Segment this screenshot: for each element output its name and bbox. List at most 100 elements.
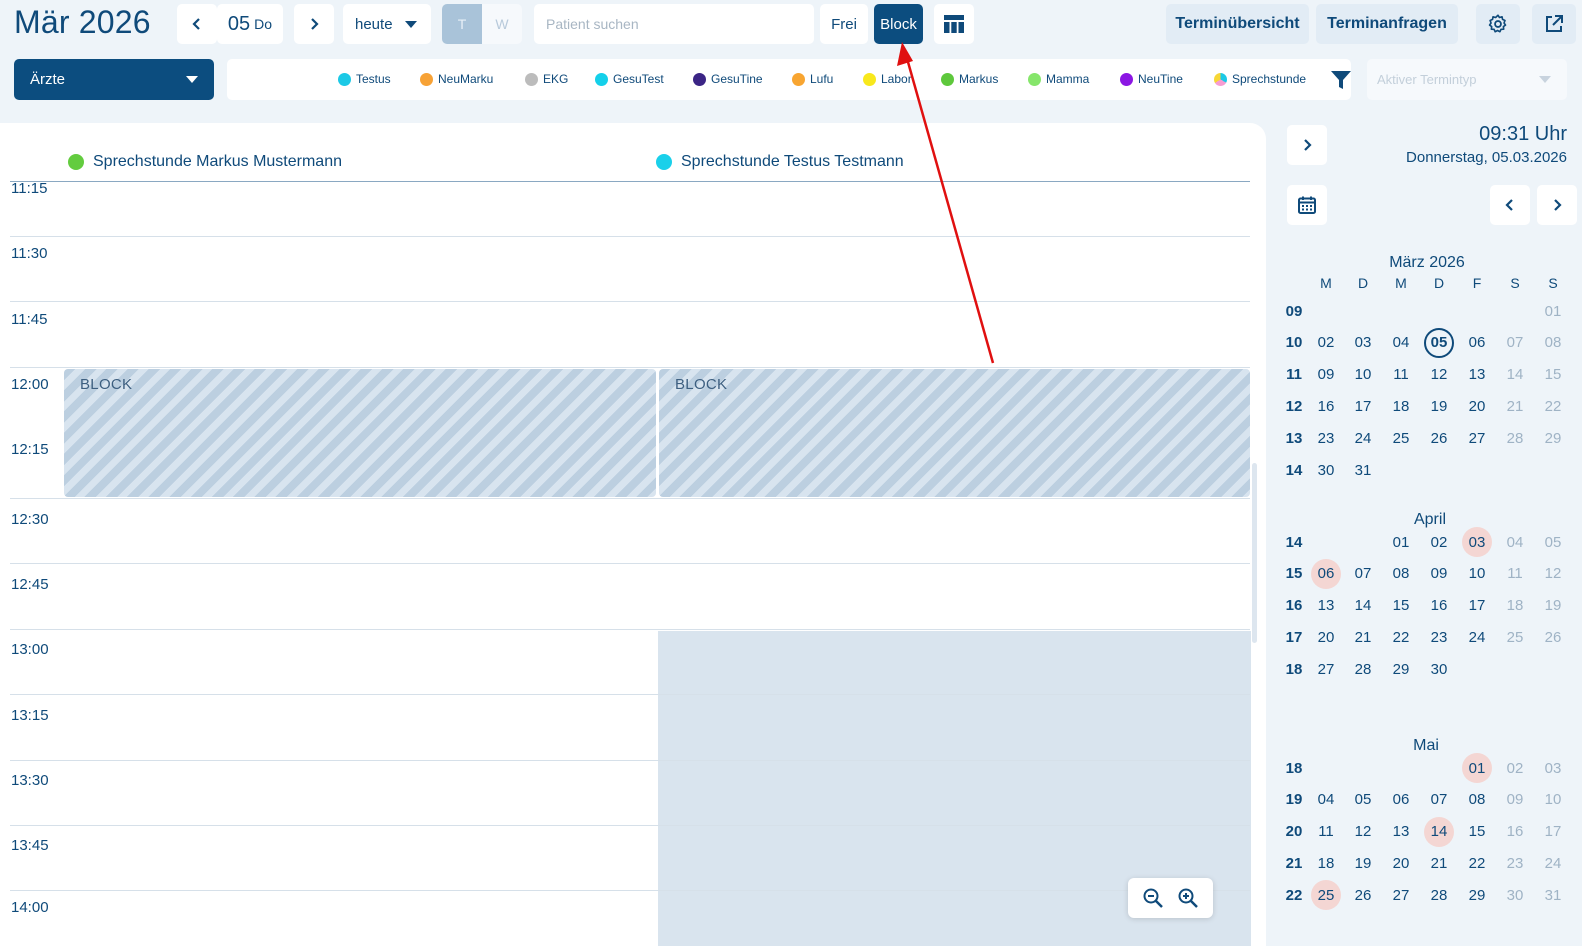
block-appointment-testus[interactable]: BLOCK [659,369,1250,497]
legend-item-testus[interactable]: Testus [338,72,391,86]
legend-item-ekg[interactable]: EKG [525,72,568,86]
calendar-day[interactable]: 05 [1538,527,1568,557]
calendar-day[interactable]: 07 [1348,559,1378,589]
patient-search-input[interactable] [534,4,814,44]
calendar-day[interactable]: 05 [1348,785,1378,815]
calendar-day[interactable]: 21 [1424,848,1454,878]
calendar-day[interactable]: 17 [1348,391,1378,421]
calendar-day[interactable]: 26 [1424,423,1454,453]
legend-item-lufu[interactable]: Lufu [792,72,833,86]
view-week-button[interactable]: W [482,4,522,44]
calendar-week-number[interactable]: 18 [1279,654,1309,684]
legend-item-markus[interactable]: Markus [941,72,998,86]
zoom-in-icon[interactable] [1177,887,1199,909]
calendar-day[interactable]: 18 [1500,591,1530,621]
calendar-day[interactable]: 03 [1462,527,1492,557]
calendar-day[interactable]: 10 [1538,785,1568,815]
calendar-day[interactable]: 26 [1538,622,1568,652]
calendar-day[interactable]: 14 [1424,816,1454,847]
calendar-day[interactable]: 24 [1462,622,1492,652]
legend-item-gesutest[interactable]: GesuTest [595,72,664,86]
calendar-week-number[interactable]: 09 [1279,296,1309,326]
zoom-out-icon[interactable] [1142,887,1164,909]
calendar-day[interactable]: 01 [1538,296,1568,326]
calendar-week-number[interactable]: 20 [1279,817,1309,847]
calendar-day[interactable]: 03 [1348,328,1378,358]
calendar-day[interactable]: 02 [1424,527,1454,557]
calendar-day[interactable]: 10 [1462,559,1492,589]
calendar-day[interactable]: 31 [1538,880,1568,910]
block-appointment-markus[interactable]: BLOCK [64,369,656,497]
calendar-day[interactable]: 20 [1386,848,1416,878]
collapse-sidebar-button[interactable] [1287,125,1327,165]
calendar-day[interactable]: 27 [1386,880,1416,910]
calendar-day[interactable]: 16 [1500,817,1530,847]
calendar-day[interactable]: 08 [1538,328,1568,358]
calendar-day[interactable]: 12 [1424,360,1454,390]
calendar-day[interactable]: 02 [1500,753,1530,783]
calendar-day[interactable]: 29 [1538,423,1568,453]
legend-item-sprechstunde[interactable]: Sprechstunde [1214,72,1306,86]
calendar-day[interactable]: 30 [1424,654,1454,684]
calendar-day[interactable]: 29 [1386,654,1416,684]
calendar-week-number[interactable]: 12 [1279,391,1309,421]
calendar-day[interactable]: 19 [1348,848,1378,878]
calendar-day[interactable]: 16 [1424,591,1454,621]
aerzte-select[interactable]: Ärzte [14,59,214,100]
calendar-day[interactable]: 12 [1348,817,1378,847]
calendar-day[interactable]: 25 [1386,423,1416,453]
legend-item-mamma[interactable]: Mamma [1028,72,1089,86]
legend-item-gesutine[interactable]: GesuTine [693,72,763,86]
calendar-day[interactable]: 27 [1462,423,1492,453]
calendar-day[interactable]: 22 [1462,848,1492,878]
prev-month-button[interactable] [1490,185,1530,225]
calendar-day[interactable]: 04 [1386,328,1416,358]
aktiver-termintyp-select[interactable]: Aktiver Termintyp [1367,59,1567,100]
calendar-day[interactable]: 08 [1462,785,1492,815]
calendar-day[interactable]: 26 [1348,880,1378,910]
calendar-day[interactable]: 29 [1462,880,1492,910]
calendar-day[interactable]: 14 [1500,360,1530,390]
calendar-day-today[interactable]: 05 [1424,327,1454,358]
calendar-week-number[interactable]: 15 [1279,559,1309,589]
calendar-week-number[interactable]: 13 [1279,423,1309,453]
calendar-day[interactable]: 25 [1311,880,1341,911]
terminuebersicht-button[interactable]: Terminübersicht [1166,4,1309,44]
view-day-button[interactable]: T [442,4,482,44]
calendar-day[interactable]: 25 [1500,622,1530,652]
calendar-day[interactable]: 14 [1348,591,1378,621]
next-day-button[interactable] [294,4,334,44]
calendar-day[interactable]: 23 [1424,622,1454,652]
calendar-day[interactable]: 17 [1538,817,1568,847]
calendar-week-number[interactable]: 14 [1279,527,1309,557]
calendar-day[interactable]: 08 [1386,559,1416,589]
calendar-day[interactable]: 04 [1500,527,1530,557]
terminanfragen-button[interactable]: Terminanfragen [1316,4,1458,44]
legend-item-labor[interactable]: Labor [863,72,912,86]
calendar-day[interactable]: 13 [1462,360,1492,390]
legend-item-neumarku[interactable]: NeuMarku [420,72,493,86]
calendar-day[interactable]: 03 [1538,753,1568,783]
calendar-week-number[interactable]: 21 [1279,848,1309,878]
calendar-day[interactable]: 22 [1386,622,1416,652]
calendar-day[interactable]: 15 [1538,360,1568,390]
calendar-day[interactable]: 06 [1386,785,1416,815]
calendar-picker-button[interactable] [1287,185,1327,225]
block-button[interactable]: Block [874,4,923,44]
calendar-day[interactable]: 01 [1462,753,1492,783]
calendar-day[interactable]: 09 [1311,360,1341,390]
current-date[interactable]: 05 Do [217,4,283,44]
calendar-day[interactable]: 30 [1500,880,1530,910]
calendar-week-number[interactable]: 17 [1279,622,1309,652]
calendar-day[interactable]: 09 [1424,559,1454,589]
column-header-markus[interactable]: Sprechstunde Markus Mustermann [68,153,342,171]
calendar-day[interactable]: 28 [1348,654,1378,684]
calendar-day[interactable]: 09 [1500,785,1530,815]
calendar-day[interactable]: 27 [1311,654,1341,684]
calendar-week-number[interactable]: 22 [1279,880,1309,910]
calendar-week-number[interactable]: 18 [1279,753,1309,783]
calendar-day[interactable]: 10 [1348,360,1378,390]
calendar-week-number[interactable]: 14 [1279,455,1309,485]
calendar-day[interactable]: 30 [1311,455,1341,485]
calendar-day[interactable]: 11 [1500,559,1530,589]
